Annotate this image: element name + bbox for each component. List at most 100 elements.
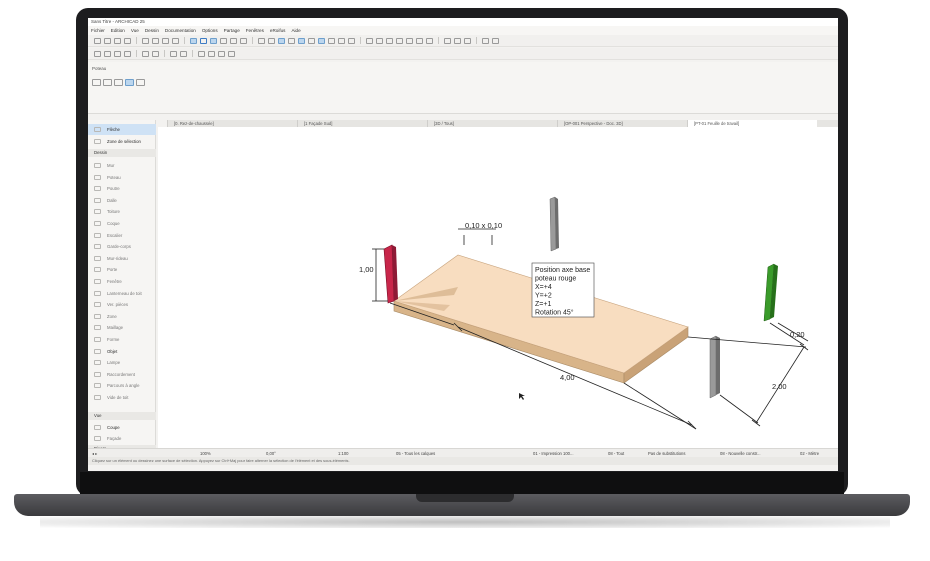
tool-19[interactable]: Parcours à angle: [88, 380, 156, 391]
tab-3d[interactable]: [3D / Tous]: [427, 120, 557, 127]
tool-11[interactable]: Lanterneau de toit: [88, 288, 156, 299]
lock-icon[interactable]: [268, 37, 275, 44]
tab-worksheet[interactable]: [PT-01 Feuille de travail]: [687, 120, 817, 127]
anchor-icon[interactable]: [103, 79, 112, 86]
geometry-icon[interactable]: [92, 79, 101, 86]
section-icon[interactable]: [208, 50, 215, 57]
open-file-icon[interactable]: [104, 37, 111, 44]
show-icon[interactable]: [152, 50, 159, 57]
tool-0[interactable]: Mur: [88, 160, 156, 171]
tool-16[interactable]: Objet: [88, 346, 156, 357]
dim-length[interactable]: 4,00: [560, 373, 575, 382]
tool-4[interactable]: Toiture: [88, 206, 156, 217]
post-grey-back[interactable]: [549, 196, 559, 252]
tool-14[interactable]: Maillage: [88, 322, 156, 333]
panel-icon[interactable]: [338, 37, 345, 44]
scissors-icon[interactable]: [386, 37, 393, 44]
menu-edition[interactable]: Edition: [111, 26, 125, 35]
marquee-icon[interactable]: [198, 50, 205, 57]
grid-icon[interactable]: [220, 37, 227, 44]
offset-icon[interactable]: [416, 37, 423, 44]
measure-icon[interactable]: [366, 37, 373, 44]
tool-15[interactable]: Forme: [88, 334, 156, 345]
arrow-select-icon[interactable]: [190, 37, 197, 44]
tool-20[interactable]: Vide de toit: [88, 392, 156, 403]
copy-icon[interactable]: [152, 37, 159, 44]
tool-marquee[interactable]: Zone de sélection: [88, 136, 156, 147]
hash-icon[interactable]: [288, 37, 295, 44]
new-file-icon[interactable]: [94, 37, 101, 44]
tool-2[interactable]: Poutre: [88, 183, 156, 194]
menu-documentation[interactable]: Documentation: [165, 26, 196, 35]
filter-alt-icon[interactable]: [124, 50, 131, 57]
save-icon[interactable]: [114, 37, 121, 44]
tab-plan[interactable]: [0. Rez-de-chaussée]: [167, 120, 297, 127]
eyedropper-icon[interactable]: [172, 37, 179, 44]
menu-partage[interactable]: Partage: [224, 26, 240, 35]
hide-icon[interactable]: [142, 50, 149, 57]
menu-options[interactable]: Options: [202, 26, 218, 35]
view-3d-icon[interactable]: [464, 37, 471, 44]
menu-fichier[interactable]: Fichier: [91, 26, 105, 35]
menu-eroifus[interactable]: eRoifus: [270, 26, 286, 35]
tool-5[interactable]: Coque: [88, 218, 156, 229]
layers-icon[interactable]: [114, 50, 121, 57]
tab-perspective[interactable]: [OP-001 Perspective - Doc. 3D]: [557, 120, 687, 127]
cut-icon[interactable]: [142, 37, 149, 44]
star-icon[interactable]: [328, 37, 335, 44]
align-icon[interactable]: [376, 37, 383, 44]
menu-dessin[interactable]: Dessin: [145, 26, 159, 35]
menu-fenetres[interactable]: Fenêtres: [246, 26, 264, 35]
filter-icon[interactable]: [454, 37, 461, 44]
tool-3[interactable]: Dalle: [88, 195, 156, 206]
menu-aide[interactable]: Aide: [291, 26, 300, 35]
rectangle-icon[interactable]: [258, 37, 265, 44]
redo-icon[interactable]: [104, 50, 111, 57]
magnet-icon[interactable]: [240, 37, 247, 44]
stack-icon[interactable]: [278, 37, 285, 44]
3d-scene[interactable]: 0,10 x 0,10 1,00 4,00 2,00 0,20 Position…: [158, 127, 838, 456]
tool-12[interactable]: Ver. pièces: [88, 299, 156, 310]
menu-vue[interactable]: Vue: [131, 26, 139, 35]
post-green[interactable]: [763, 263, 778, 322]
print-icon[interactable]: [124, 37, 131, 44]
column-icon[interactable]: [125, 79, 134, 86]
dropdown-icon[interactable]: [114, 79, 123, 86]
undo-icon[interactable]: [94, 50, 101, 57]
eye-icon[interactable]: [308, 37, 315, 44]
post-grey-front[interactable]: [709, 335, 720, 399]
trim-icon[interactable]: [426, 37, 433, 44]
paste-icon[interactable]: [162, 37, 169, 44]
library-icon[interactable]: [348, 37, 355, 44]
tab-facade[interactable]: [1 Façade Sud]: [297, 120, 427, 127]
rotate-icon[interactable]: [406, 37, 413, 44]
gear-icon[interactable]: [318, 37, 325, 44]
elevation-icon[interactable]: [218, 50, 225, 57]
tool-13[interactable]: Zone: [88, 311, 156, 322]
dim-post-section[interactable]: 0,10 x 0,10: [465, 221, 502, 230]
tool-18[interactable]: Raccordement: [88, 369, 156, 380]
tool-9[interactable]: Porte: [88, 264, 156, 275]
dim-width[interactable]: 2,00: [772, 382, 787, 391]
tool-section[interactable]: Coupe: [88, 422, 156, 433]
tool-6[interactable]: Escalier: [88, 230, 156, 241]
layer-icon[interactable]: [230, 37, 237, 44]
tool-arrow[interactable]: Flèche: [88, 124, 156, 135]
orientation-icon[interactable]: [136, 79, 145, 86]
detail-icon[interactable]: [228, 50, 235, 57]
mirror-icon[interactable]: [396, 37, 403, 44]
settings-icon[interactable]: [482, 37, 489, 44]
tool-17[interactable]: Lampe: [88, 357, 156, 368]
zoom-icon[interactable]: [170, 50, 177, 57]
3d-viewport[interactable]: 0,10 x 0,10 1,00 4,00 2,00 0,20 Position…: [158, 127, 838, 456]
snap-icon[interactable]: [210, 37, 217, 44]
dim-thickness[interactable]: 0,20: [790, 330, 805, 339]
tool-facade[interactable]: Façade: [88, 433, 156, 444]
toolbox-section-design[interactable]: Dessin: [88, 149, 156, 157]
tool-8[interactable]: Mur-rideau: [88, 253, 156, 264]
fit-icon[interactable]: [180, 50, 187, 57]
tool-1[interactable]: Poteau: [88, 172, 156, 183]
tool-7[interactable]: Garde-corps: [88, 241, 156, 252]
post-red[interactable]: [383, 244, 398, 304]
pencil-icon[interactable]: [200, 37, 207, 44]
